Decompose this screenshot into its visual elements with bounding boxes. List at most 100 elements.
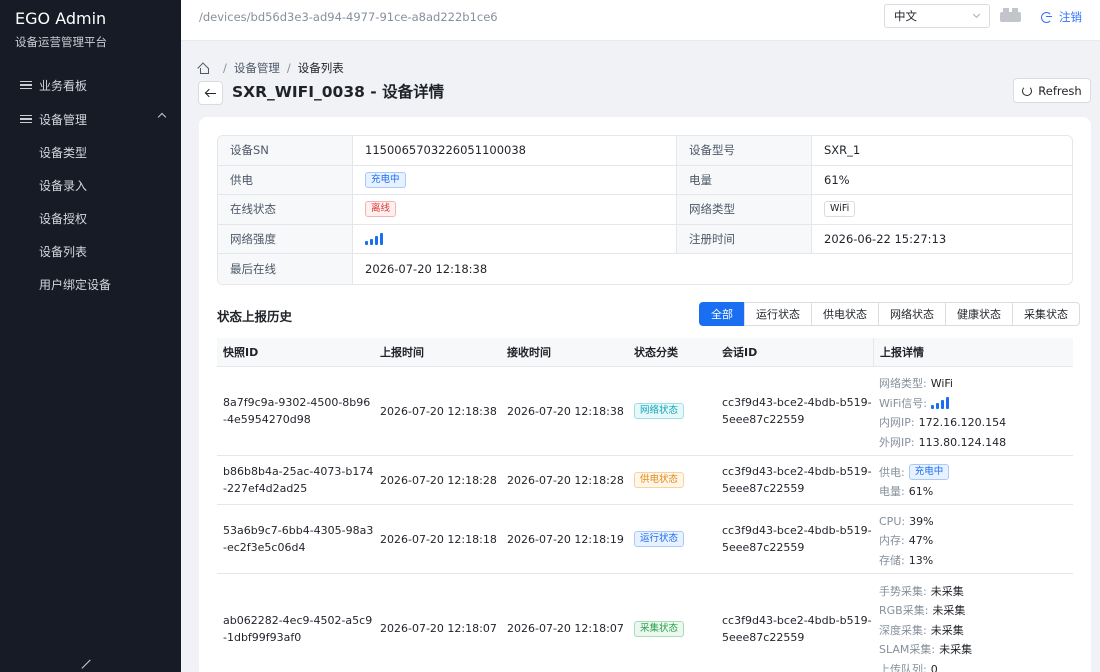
sn-value: 1150065703226051100038	[353, 136, 677, 165]
sidebar-nav: 业务看板 设备管理 设备类型 设备录入 设备授权 设备列表 用户绑定设备	[0, 68, 181, 301]
dashboard-icon	[20, 80, 32, 91]
report-details: CPU: 39% 内存: 47% 存储: 13%	[879, 514, 934, 567]
refresh-label: Refresh	[1038, 83, 1082, 98]
signal-icon	[930, 397, 949, 410]
logout-button[interactable]: 注销	[1041, 9, 1082, 25]
sidebar-item-label: 业务看板	[39, 78, 88, 93]
column-header: 上报详情	[873, 338, 1073, 366]
sn-label: 设备SN	[218, 136, 353, 165]
column-header: 状态分类	[634, 346, 678, 359]
category-badge: 供电状态	[634, 472, 685, 488]
received-time: 2026-07-20 12:18:07	[507, 622, 624, 635]
session-id: cc3f9d43-bce2-4bdb-b519-5eee87c22559	[722, 613, 872, 644]
device-info-grid: 设备SN 1150065703226051100038 设备型号 SXR_1 供…	[217, 135, 1073, 285]
url-path: /devices/bd56d3e3-ad94-4977-91ce-a8ad222…	[199, 10, 498, 24]
report-details: 手势采集: 未采集 RGB采集: 未采集 深度采集: 未采集 SLAM采集: 未采集 上…	[879, 584, 973, 672]
column-header: 上报时间	[380, 346, 424, 359]
network-type-label: 网络类型	[677, 195, 812, 224]
signal-label: 网络强度	[218, 224, 353, 254]
info-row: 供电 充电中 电量 61%	[218, 165, 1072, 196]
power-status-badge: 充电中	[365, 171, 406, 188]
received-time: 2026-07-20 12:18:28	[507, 473, 624, 487]
logout-icon	[1041, 11, 1052, 23]
logout-label: 注销	[1059, 10, 1082, 24]
session-id: cc3f9d43-bce2-4bdb-b519-5eee87c22559	[722, 524, 872, 554]
category-badge: 采集状态	[634, 620, 685, 637]
sidebar-item-dashboard[interactable]: 业务看板	[0, 68, 181, 102]
info-row: 网络强度 注册时间 2026-06-22 15:27:13	[218, 224, 1072, 255]
snapshot-id: b86b8b4a-25ac-4073-b174-227ef4d2ad25	[223, 465, 374, 495]
filter-health[interactable]: 健康状态	[945, 302, 1013, 326]
refresh-icon	[1022, 85, 1033, 96]
session-id: cc3f9d43-bce2-4bdb-b519-5eee87c22559	[722, 396, 872, 426]
received-time: 2026-07-20 12:18:38	[507, 404, 624, 418]
snapshot-id: ab062282-4ec9-4502-a5c9-1dbf99f93af0	[223, 613, 373, 644]
model-label: 设备型号	[677, 136, 812, 165]
brand: EGO Admin 设备运营管理平台	[0, 0, 181, 50]
category-badge: 网络状态	[634, 403, 685, 419]
battery-value: 61%	[824, 172, 850, 187]
reported-time: 2026-07-20 12:18:18	[380, 532, 497, 546]
breadcrumb-device-management[interactable]: 设备管理	[234, 60, 280, 76]
breadcrumb-device-list[interactable]: 设备列表	[298, 60, 344, 76]
back-button[interactable]	[198, 81, 223, 105]
filter-collection[interactable]: 采集状态	[1012, 302, 1080, 326]
info-row: 在线状态 离线 网络类型 WiFi	[218, 195, 1072, 225]
filter-runtime[interactable]: 运行状态	[744, 302, 812, 326]
filter-power[interactable]: 供电状态	[811, 302, 879, 326]
network-type-badge: WiFi	[824, 201, 856, 218]
online-status-badge: 离线	[365, 201, 397, 218]
app-title: EGO Admin	[15, 9, 107, 28]
filter-network[interactable]: 网络状态	[878, 302, 946, 326]
column-header: 快照ID	[223, 346, 259, 359]
sidebar-subitem-device-entry[interactable]: 设备录入	[0, 169, 181, 202]
last-online-value: 2026-07-20 12:18:38	[365, 262, 488, 277]
sidebar-item-device-management[interactable]: 设备管理	[0, 102, 181, 136]
history-title: 状态上报历史	[217, 309, 293, 324]
column-header: 会话ID	[722, 346, 758, 359]
received-time: 2026-07-20 12:18:19	[507, 532, 624, 546]
breadcrumb: / 设备管理 / 设备列表	[198, 60, 344, 76]
report-details: 网络类型: WiFi WiFi信号: 内网IP: 172.16.120.154 外网…	[879, 377, 1007, 449]
session-id: cc3f9d43-bce2-4bdb-b519-5eee87c22559	[722, 465, 872, 495]
sidebar-subitem-device-list[interactable]: 设备列表	[0, 235, 181, 268]
table-row[interactable]: 53a6b9c7-6bb4-4305-98a3-ec2f3e5c06d4 202…	[217, 505, 1073, 574]
register-time-label: 注册时间	[677, 224, 812, 254]
list-icon	[20, 114, 32, 125]
avatar[interactable]	[1000, 8, 1021, 22]
power-label: 供电	[218, 165, 353, 195]
reported-time: 2026-07-20 12:18:07	[380, 622, 497, 635]
model-value: SXR_1	[824, 143, 861, 158]
column-header: 接收时间	[507, 346, 551, 359]
table-row[interactable]: b86b8b4a-25ac-4073-b174-227ef4d2ad25 202…	[217, 456, 1073, 505]
snapshot-id: 53a6b9c7-6bb4-4305-98a3-ec2f3e5c06d4	[223, 524, 374, 554]
sidebar-subitem-user-bound-devices[interactable]: 用户绑定设备	[0, 268, 181, 301]
sidebar-subitem-device-types[interactable]: 设备类型	[0, 136, 181, 169]
filter-all[interactable]: 全部	[699, 302, 745, 326]
online-label: 在线状态	[218, 195, 353, 224]
home-icon[interactable]	[198, 63, 209, 74]
reported-time: 2026-07-20 12:18:38	[380, 404, 497, 418]
battery-label: 电量	[677, 165, 812, 195]
info-row: 最后在线 2026-07-20 12:18:38	[218, 254, 1072, 284]
device-detail-card: 设备SN 1150065703226051100038 设备型号 SXR_1 供…	[199, 117, 1091, 672]
category-badge: 运行状态	[634, 531, 685, 547]
refresh-button[interactable]: Refresh	[1013, 78, 1091, 103]
snapshot-id: 8a7f9c9a-9302-4500-8b96-4e5954270d98	[223, 396, 371, 426]
chevron-up-icon	[157, 112, 167, 122]
history-table: 快照ID 上报时间 接收时间 状态分类 会话ID 上报详情 8a7f9c9a-9…	[217, 338, 1073, 672]
power-status-badge: 充电中	[908, 464, 950, 481]
register-time-value: 2026-06-22 15:27:13	[824, 232, 947, 247]
table-row[interactable]: 8a7f9c9a-9302-4500-8b96-4e5954270d98 202…	[217, 367, 1073, 456]
app-subtitle: 设备运营管理平台	[15, 35, 107, 49]
language-select[interactable]: 中文	[884, 4, 990, 28]
sidebar-item-label: 设备管理	[39, 112, 88, 127]
page-title: SXR_WIFI_0038 - 设备详情	[232, 83, 445, 101]
table-row[interactable]: ab062282-4ec9-4502-a5c9-1dbf99f93af0 202…	[217, 574, 1073, 672]
language-value: 中文	[894, 9, 917, 23]
chevron-down-icon	[972, 10, 981, 19]
last-online-label: 最后在线	[218, 254, 353, 284]
signal-icon	[365, 233, 383, 246]
collapse-sidebar-icon[interactable]	[81, 659, 99, 672]
sidebar-subitem-device-authorization[interactable]: 设备授权	[0, 202, 181, 235]
